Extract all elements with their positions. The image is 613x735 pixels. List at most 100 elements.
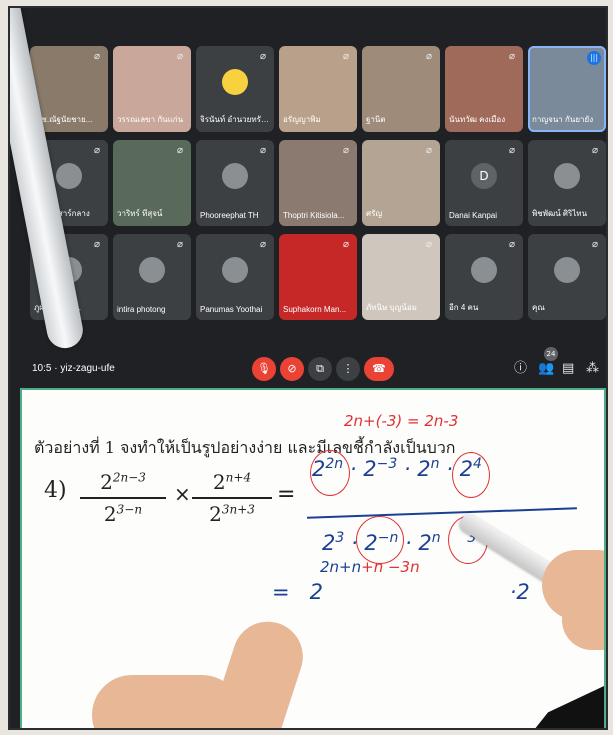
mic-muted-icon: ⌀	[425, 51, 433, 62]
red-circle-mark	[310, 450, 350, 496]
participant-tile[interactable]: ⌀ ฐานิต	[362, 46, 440, 132]
graduation-cap-logo	[534, 686, 604, 728]
mic-muted-icon: ⌀	[93, 239, 101, 250]
avatar	[554, 257, 580, 283]
participant-tile[interactable]: ⌀ Thoptri Kitisiola...	[279, 140, 357, 226]
mic-muted-icon: ⌀	[342, 145, 350, 156]
participant-tile[interactable]: ⌀ Suphakorn Man...	[279, 234, 357, 320]
meeting-clock: 10:5 · yiz-zagu-ufe	[32, 363, 115, 374]
mic-muted-icon: ⌀	[425, 239, 433, 250]
participant-name: นันทวัฒ คงเมือง	[449, 115, 506, 124]
participant-tile[interactable]: ⌀ Panumas Yoothai	[196, 234, 274, 320]
mic-muted-icon: ⌀	[591, 239, 599, 250]
mic-muted-icon: ⌀	[508, 145, 516, 156]
handwritten-result: = 2 2n+n+n −3n ·2	[272, 558, 530, 604]
mic-muted-icon: ⌀	[425, 145, 433, 156]
activities-icon[interactable]: ⁂	[586, 361, 599, 377]
participant-name: กาญจนา กันยายัง	[532, 115, 594, 124]
participant-name: จิรนันท์ อำนวยทรัพย์	[200, 115, 270, 124]
participant-name: intira photong	[117, 305, 166, 314]
participant-name: ด.ช.ณัฐนัยชาย...	[34, 115, 93, 124]
participant-tile[interactable]: ⌀ คุณ	[528, 234, 606, 320]
participant-tile[interactable]: ⌀ พิชพัฒน์ ศิริไทน	[528, 140, 606, 226]
mic-muted-icon: ⌀	[508, 239, 516, 250]
participant-name: Panumas Yoothai	[200, 305, 263, 314]
mic-muted-icon: ⌀	[259, 51, 267, 62]
equals-sign: =	[277, 482, 296, 507]
participant-name: วรรณเลขา กันแก่น	[117, 115, 184, 124]
mic-muted-icon: ⌀	[93, 51, 101, 62]
participant-tile[interactable]: ⌀ จิรนันท์ อำนวยทรัพย์	[196, 46, 274, 132]
participant-tile[interactable]: ⌀ ศรัญ	[362, 140, 440, 226]
participant-name: ภัทนิษ บุญน้อม	[366, 303, 417, 312]
participant-tile[interactable]: ⌀ D Danai Kanpai	[445, 140, 523, 226]
red-circle-mark	[452, 452, 490, 498]
participant-name: อีก 4 คน	[449, 303, 479, 312]
shared-whiteboard-video: 2n+(-3) = 2n-3 ตัวอย่างที่ 1 จงทำให้เป็น…	[20, 388, 606, 728]
participant-tile[interactable]: ⌀ อีก 4 คน	[445, 234, 523, 320]
avatar	[222, 257, 248, 283]
avatar	[471, 257, 497, 283]
mic-muted-icon: ⌀	[176, 239, 184, 250]
mic-muted-icon: ⌀	[176, 51, 184, 62]
participant-tile[interactable]: ⌀ นันทวัฒ คงเมือง	[445, 46, 523, 132]
duck-avatar-icon	[222, 69, 248, 95]
participant-tile[interactable]: ||| กาญจนา กันยายัง	[528, 46, 606, 132]
avatar	[222, 163, 248, 189]
more-vert-icon: ⋮	[342, 362, 354, 375]
participant-name: พิชพัฒน์ ศิริไทน	[532, 209, 588, 218]
participant-count-badge: 24	[544, 347, 558, 361]
mic-muted-icon: ⌀	[342, 239, 350, 250]
avatar: D	[471, 163, 497, 189]
participant-grid: ⌀ ด.ช.ณัฐนัยชาย... ⌀ วรรณเลขา กันแก่น ⌀ จิรนั…	[30, 46, 606, 320]
participant-tile[interactable]: ⌀ วาริทร์ ทีสุจน์	[113, 140, 191, 226]
mic-muted-icon: ⌀	[93, 145, 101, 156]
participant-name: อรัญญาพิม	[283, 115, 321, 124]
mic-toggle-button[interactable]: 🎙	[252, 357, 276, 381]
speaking-icon: |||	[587, 51, 601, 65]
participant-tile[interactable]: ⌀ วรรณเลขา กันแก่น	[113, 46, 191, 132]
participant-tile[interactable]: ⌀ อรัญญาพิม	[279, 46, 357, 132]
people-icon[interactable]: 👥	[538, 361, 554, 377]
participant-tile[interactable]: ⌀ Phooreephat TH	[196, 140, 274, 226]
participant-name: Suphakorn Man...	[283, 305, 347, 314]
avatar	[56, 163, 82, 189]
participant-name: Thoptri Kitisiola...	[283, 211, 345, 220]
phone-hangup-icon: ☎	[372, 362, 386, 375]
problem-number: 4)	[44, 478, 67, 503]
participant-name: Danai Kanpai	[449, 211, 498, 220]
mic-muted-icon: ⌀	[591, 145, 599, 156]
times-sign: ×	[174, 482, 191, 506]
presenter-hand-left	[92, 675, 242, 728]
participant-name: คุณ	[532, 303, 545, 312]
participant-name: วาริทร์ ทีสุจน์	[117, 209, 163, 218]
camera-off-icon: ⊘	[287, 362, 297, 375]
call-control-bar: 10:5 · yiz-zagu-ufe 🎙 ⊘ ⧉ ⋮ ☎ ⓘ 👥 24 ▤ ⁂	[30, 347, 605, 385]
leave-call-button[interactable]: ☎	[364, 357, 394, 381]
chat-icon[interactable]: ▤	[562, 361, 574, 377]
red-circle-mark	[356, 516, 404, 564]
participant-name: ศรัญ	[366, 209, 383, 218]
participant-name: ฐานิต	[366, 115, 386, 124]
info-icon[interactable]: ⓘ	[514, 361, 527, 377]
participant-tile[interactable]: ⌀ intira photong	[113, 234, 191, 320]
fraction-1: 22n−3 23−n	[80, 470, 166, 526]
more-options-button[interactable]: ⋮	[336, 357, 360, 381]
app-window: ⌀ ด.ช.ณัฐนัยชาย... ⌀ วรรณเลขา กันแก่น ⌀ จิรนั…	[8, 6, 608, 730]
avatar	[139, 257, 165, 283]
mic-muted-icon: ⌀	[176, 145, 184, 156]
mic-muted-icon: ⌀	[259, 239, 267, 250]
mic-muted-icon: ⌀	[508, 51, 516, 62]
mic-muted-icon: ⌀	[259, 145, 267, 156]
camera-toggle-button[interactable]: ⊘	[280, 357, 304, 381]
avatar	[554, 163, 580, 189]
red-annotation-note: 2n+(-3) = 2n-3	[344, 412, 459, 430]
present-icon: ⧉	[316, 362, 324, 375]
participant-name: Phooreephat TH	[200, 211, 259, 220]
fraction-2: 2n+4 23n+3	[192, 470, 272, 526]
handwritten-fraction-bar	[307, 507, 577, 519]
present-button[interactable]: ⧉	[308, 357, 332, 381]
mic-off-icon: 🎙	[257, 362, 271, 375]
mic-muted-icon: ⌀	[342, 51, 350, 62]
participant-tile[interactable]: ⌀ ภัทนิษ บุญน้อม	[362, 234, 440, 320]
